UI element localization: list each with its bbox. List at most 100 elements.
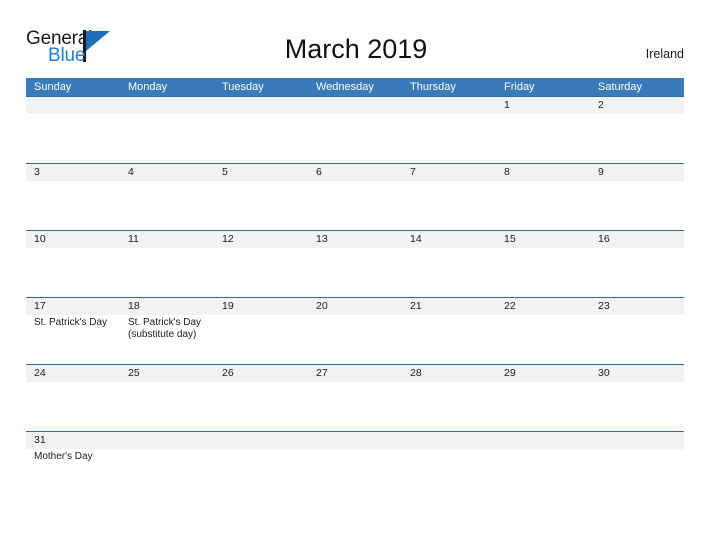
day-events [316, 181, 402, 183]
day-events [410, 449, 496, 451]
day-events [410, 114, 496, 116]
day-events [128, 181, 214, 183]
day-cell[interactable]: 2 [590, 97, 684, 163]
day-events [598, 114, 684, 116]
day-cell[interactable] [120, 97, 214, 163]
day-events [504, 315, 590, 317]
day-number: 30 [598, 367, 610, 379]
day-number: 14 [410, 233, 422, 245]
day-events [504, 248, 590, 250]
calendar-grid: Sunday Monday Tuesday Wednesday Thursday… [26, 78, 684, 478]
day-number: 10 [34, 233, 46, 245]
day-cell[interactable] [214, 97, 308, 163]
day-number [504, 432, 590, 449]
day-cell[interactable]: 5 [214, 164, 308, 230]
day-cell[interactable]: 25 [120, 365, 214, 431]
day-cell[interactable]: 28 [402, 365, 496, 431]
day-events [222, 181, 308, 183]
day-events [316, 382, 402, 384]
day-cell[interactable]: 8 [496, 164, 590, 230]
day-number: 15 [504, 233, 516, 245]
day-number [316, 432, 402, 449]
day-cell[interactable]: 31 Mother's Day [26, 432, 120, 478]
day-cell[interactable] [308, 97, 402, 163]
day-number: 12 [222, 233, 234, 245]
week-row: 10 11 12 13 14 15 16 [26, 230, 684, 297]
day-cell[interactable]: 21 [402, 298, 496, 364]
day-number: 17 [34, 300, 46, 312]
day-cell[interactable]: 4 [120, 164, 214, 230]
day-cell[interactable]: 12 [214, 231, 308, 297]
day-events [222, 449, 308, 451]
day-cell[interactable]: 23 [590, 298, 684, 364]
day-events [410, 382, 496, 384]
weekday-header-row: Sunday Monday Tuesday Wednesday Thursday… [26, 78, 684, 96]
day-events [410, 181, 496, 183]
day-number [410, 97, 496, 114]
day-number: 28 [410, 367, 422, 379]
weekday-monday: Monday [128, 81, 168, 93]
day-number [128, 432, 214, 449]
day-cell[interactable] [26, 97, 120, 163]
day-events [128, 382, 214, 384]
day-cell[interactable] [590, 432, 684, 478]
day-cell[interactable]: 10 [26, 231, 120, 297]
day-cell[interactable]: 29 [496, 365, 590, 431]
day-number: 25 [128, 367, 140, 379]
day-events [316, 315, 402, 317]
day-cell[interactable] [496, 432, 590, 478]
day-number: 8 [504, 166, 510, 178]
day-number: 26 [222, 367, 234, 379]
day-number: 13 [316, 233, 328, 245]
region-label: Ireland [645, 47, 684, 61]
day-number: 16 [598, 233, 610, 245]
day-cell[interactable] [402, 97, 496, 163]
day-events [598, 181, 684, 183]
day-events [34, 382, 120, 384]
day-cell[interactable]: 30 [590, 365, 684, 431]
day-number: 9 [598, 166, 604, 178]
day-number [34, 97, 120, 114]
day-cell[interactable]: 17 St. Patrick's Day [26, 298, 120, 364]
day-cell[interactable]: 13 [308, 231, 402, 297]
week-row: 1 2 [26, 96, 684, 163]
day-cell[interactable]: 7 [402, 164, 496, 230]
day-events [34, 181, 120, 183]
day-cell[interactable]: 19 [214, 298, 308, 364]
day-cell[interactable]: 6 [308, 164, 402, 230]
day-number: 4 [128, 166, 134, 178]
day-cell[interactable]: 9 [590, 164, 684, 230]
day-cell[interactable]: 16 [590, 231, 684, 297]
day-cell[interactable]: 24 [26, 365, 120, 431]
day-cell[interactable]: 20 [308, 298, 402, 364]
day-number [410, 432, 496, 449]
day-cell[interactable]: 11 [120, 231, 214, 297]
day-number: 22 [504, 300, 516, 312]
day-cell[interactable]: 15 [496, 231, 590, 297]
general-blue-logo[interactable]: General Blue [26, 29, 146, 71]
day-events [316, 449, 402, 451]
day-events [598, 315, 684, 317]
logo-text-blue: Blue [48, 45, 86, 66]
day-cell[interactable]: 18 St. Patrick's Day (substitute day) [120, 298, 214, 364]
day-cell[interactable]: 3 [26, 164, 120, 230]
day-number: 21 [410, 300, 422, 312]
day-cell[interactable] [308, 432, 402, 478]
day-cell[interactable]: 26 [214, 365, 308, 431]
day-cell[interactable]: 27 [308, 365, 402, 431]
week-row: 31 Mother's Day [26, 431, 684, 478]
day-events [34, 114, 120, 116]
day-cell[interactable] [120, 432, 214, 478]
day-cell[interactable] [402, 432, 496, 478]
logo-triangle-icon [86, 31, 110, 51]
day-cell[interactable] [214, 432, 308, 478]
page-title: March 2019 [284, 34, 428, 64]
day-number: 11 [128, 233, 139, 245]
day-events [504, 382, 590, 384]
day-number: 31 [34, 434, 46, 446]
day-cell[interactable]: 14 [402, 231, 496, 297]
day-cell[interactable]: 22 [496, 298, 590, 364]
day-number: 1 [504, 99, 510, 111]
day-cell[interactable]: 1 [496, 97, 590, 163]
weekday-saturday: Saturday [598, 81, 643, 93]
